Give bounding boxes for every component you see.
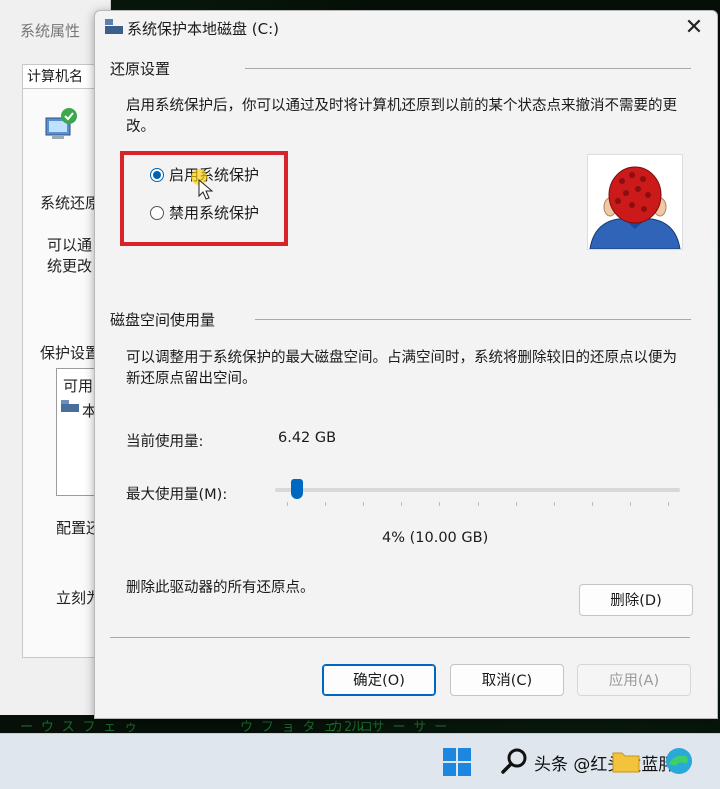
windows-start-icon[interactable] <box>443 748 471 776</box>
restore-settings-description: 启用系统保护后，你可以通过及时将计算机还原到以前的某个状态点来撤消不需要的更改。 <box>126 98 677 135</box>
slider-tick <box>591 502 593 506</box>
drive-icon <box>105 19 123 34</box>
radio-label: 禁用系统保护 <box>169 204 260 222</box>
slider-tick <box>287 502 288 506</box>
avatar-image <box>588 155 682 249</box>
taskbar: 头条 @红头发蓝胖子 <box>0 733 720 789</box>
section-divider <box>255 319 691 320</box>
dialog-titlebar[interactable]: 系统保护本地磁盘 (C:) ✕ <box>95 11 717 45</box>
current-usage-value: 6.42 GB <box>278 430 337 446</box>
computer-shield-icon <box>45 108 77 139</box>
disk-usage-description: 可以调整用于系统保护的最大磁盘空间。占满空间时，系统将删除较旧的还原点以便为新还… <box>126 350 677 387</box>
file-explorer-icon[interactable] <box>612 748 640 774</box>
cancel-button[interactable]: 取消(C) <box>450 664 564 696</box>
slider-tick <box>629 502 631 506</box>
ok-button[interactable]: 确定(O) <box>322 664 436 696</box>
slider-tick <box>553 502 555 506</box>
window-title: 系统属性 <box>20 22 81 40</box>
user-avatar <box>587 154 683 250</box>
slider-tick <box>668 502 669 506</box>
edge-browser-icon[interactable] <box>664 746 694 776</box>
protection-settings-label: 保护设置 <box>40 344 101 362</box>
restore-desc-line2: 统更改 <box>47 257 93 275</box>
slider-tick <box>515 502 517 506</box>
slider-tick <box>477 502 479 506</box>
search-icon[interactable] <box>500 746 530 776</box>
system-restore-label: 系统还原 <box>40 194 101 212</box>
slider-tick <box>363 502 365 506</box>
max-usage-slider-track[interactable] <box>275 488 680 492</box>
delete-restore-points-label: 删除此驱动器的所有还原点。 <box>126 580 315 596</box>
slider-tick <box>401 502 403 506</box>
max-usage-value: 4% (10.00 GB) <box>382 530 489 546</box>
slider-tick <box>439 502 441 506</box>
restore-settings-heading: 还原设置 <box>110 60 171 78</box>
close-icon[interactable]: ✕ <box>681 15 707 41</box>
system-protection-dialog: 系统保护本地磁盘 (C:) ✕ 还原设置 启用系统保护后，你可以通过及时将计算机… <box>94 10 718 719</box>
mouse-cursor-icon <box>198 179 214 200</box>
disk-usage-heading: 磁盘空间使用量 <box>110 311 216 329</box>
slider-tick <box>325 502 327 506</box>
restore-desc-line1: 可以通 <box>47 236 93 254</box>
radio-button[interactable] <box>150 206 164 220</box>
radio-label: 启用系统保护 <box>169 166 260 184</box>
drive-icon <box>61 400 79 412</box>
radio-disable-protection[interactable]: 禁用系统保护 <box>150 202 259 223</box>
max-usage-slider-thumb[interactable] <box>290 479 303 499</box>
dialog-title: 系统保护本地磁盘 (C:) <box>127 20 280 38</box>
current-usage-label: 当前使用量: <box>126 434 204 450</box>
delete-button[interactable]: 删除(D) <box>579 584 693 616</box>
radio-button[interactable] <box>150 168 164 182</box>
section-divider <box>245 68 691 69</box>
list-header-available: 可用 <box>63 377 94 395</box>
apply-button[interactable]: 应用(A) <box>577 664 691 696</box>
footer-divider <box>110 637 690 638</box>
max-usage-label: 最大使用量(M): <box>126 487 228 503</box>
